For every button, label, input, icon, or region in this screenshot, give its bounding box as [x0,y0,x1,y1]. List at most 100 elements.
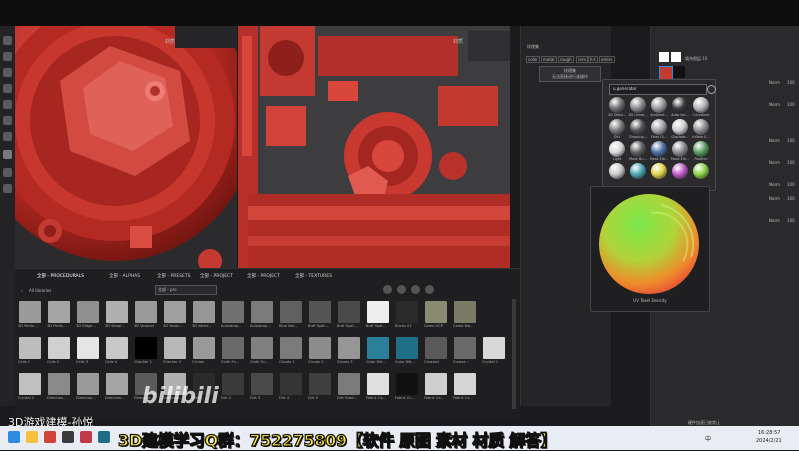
chevron-left-icon[interactable]: ‹ [21,288,23,293]
layer-opacity-value[interactable]: 100 [787,218,795,223]
layer-opacity-value[interactable]: 100 [787,102,795,107]
procedural-tile[interactable] [48,301,70,323]
procedural-tile[interactable] [396,301,418,323]
start-icon[interactable] [8,431,20,443]
channel-metal[interactable]: metal [541,56,557,63]
export-icon[interactable] [3,150,12,159]
procedural-tile[interactable] [77,337,99,359]
clock-date[interactable]: 2024/2/21 [756,438,782,444]
tab-project[interactable]: 全部 - PROJECT [198,272,235,280]
layer-opacity-value[interactable]: 100 [787,160,795,165]
layer-blend-mode[interactable]: Norm [769,80,780,85]
clock-time[interactable]: 16:28:57 [758,430,780,436]
generator-thumbnail[interactable] [693,97,709,113]
channel-emissive[interactable]: emiss [599,56,615,63]
layer-blend-mode[interactable]: Norm [769,160,780,165]
procedural-tile[interactable] [106,337,128,359]
settings-icon[interactable] [3,168,12,177]
tab-procedurals[interactable]: 全部 - PROCEDURALS [35,272,86,280]
channel-height[interactable]: h-t [588,56,598,63]
procedural-tile[interactable] [396,373,418,395]
procedural-tile[interactable] [483,337,505,359]
channel-nrm[interactable]: nrm [576,56,589,63]
shelf-scrollbar[interactable] [512,299,516,409]
generator-thumbnail[interactable] [651,163,667,179]
procedural-tile[interactable] [454,301,476,323]
mask-thumbnail[interactable] [671,52,681,62]
layer-blend-mode[interactable]: Norm [769,196,780,201]
procedural-tile[interactable] [367,373,389,395]
filter-icon[interactable] [383,285,392,294]
substance-icon[interactable] [98,431,110,443]
close-icon[interactable] [707,85,716,94]
procedural-tile[interactable] [309,301,331,323]
polygon-fill-icon[interactable] [3,84,12,93]
procedural-tile[interactable] [309,337,331,359]
procedural-tile[interactable] [251,337,273,359]
layer-blend-mode[interactable]: Norm [769,218,780,223]
file-explorer-icon[interactable] [26,431,38,443]
all-libraries[interactable]: All libraries [29,288,51,293]
procedural-tile[interactable] [280,373,302,395]
tab-alphas[interactable]: 全部 - ALPHAS [107,272,142,280]
procedural-tile[interactable] [135,301,157,323]
smudge-icon[interactable] [3,100,12,109]
generator-thumbnail[interactable] [630,119,646,135]
input-language[interactable]: 中 [705,434,711,443]
generator-thumbnail[interactable] [672,97,688,113]
layer-opacity-value[interactable]: 100 [787,80,795,85]
procedural-tile[interactable] [338,337,360,359]
generator-search-input[interactable]: u.generator [609,84,707,95]
generator-thumbnail[interactable] [672,163,688,179]
sphere-icon[interactable] [397,285,406,294]
generator-thumbnail[interactable] [609,163,625,179]
procedural-tile[interactable] [106,301,128,323]
channel-color[interactable]: color [526,56,540,63]
procedural-tile[interactable] [425,337,447,359]
layer-blend-mode[interactable]: Norm [769,182,780,187]
clone-icon[interactable] [3,116,12,125]
tab-project-2[interactable]: 全部 - PROJECT [245,272,282,280]
procedural-tile[interactable] [425,301,447,323]
generator-thumbnail[interactable] [630,163,646,179]
procedural-tile[interactable] [135,337,157,359]
viewport-2d[interactable]: 材质 [238,26,510,268]
procedural-tile[interactable] [48,373,70,395]
tab-textures[interactable]: 全部 - TEXTURES [293,272,334,280]
list-view-icon[interactable] [425,285,434,294]
generator-thumbnail[interactable] [651,119,667,135]
eraser-icon[interactable] [3,52,12,61]
procedural-tile[interactable] [280,337,302,359]
procedural-tile[interactable] [425,373,447,395]
projection-icon[interactable] [3,68,12,77]
channel-rough[interactable]: rough [558,56,574,63]
procedural-tile[interactable] [309,373,331,395]
generator-thumbnail[interactable] [693,119,709,135]
procedural-tile[interactable] [19,337,41,359]
generator-thumbnail[interactable] [651,141,667,157]
powerpoint-icon[interactable] [44,431,56,443]
generator-thumbnail[interactable] [693,163,709,179]
grid-view-icon[interactable] [411,285,420,294]
procedural-tile[interactable] [396,337,418,359]
layers-icon[interactable] [3,184,12,193]
shelf-filter-input[interactable]: 全部 - pro [155,285,217,295]
app-icon[interactable] [62,431,74,443]
generator-thumbnail[interactable] [651,97,667,113]
fill-layer-thumbnail[interactable] [659,52,669,62]
paint-brush-icon[interactable] [3,36,12,45]
procedural-tile[interactable] [338,301,360,323]
viewport-3d[interactable]: 材质 [15,26,237,268]
procedural-tile[interactable] [48,337,70,359]
layer-opacity-value[interactable]: 100 [787,138,795,143]
generator-thumbnail[interactable] [630,97,646,113]
record-icon[interactable] [80,431,92,443]
procedural-tile[interactable] [193,337,215,359]
procedural-tile[interactable] [77,373,99,395]
procedural-tile[interactable] [280,301,302,323]
layer-blend-mode[interactable]: Norm [769,138,780,143]
procedural-tile[interactable] [193,301,215,323]
procedural-tile[interactable] [367,337,389,359]
tab-presets[interactable]: 全部 - PRESETS [155,272,192,280]
procedural-tile[interactable] [222,337,244,359]
